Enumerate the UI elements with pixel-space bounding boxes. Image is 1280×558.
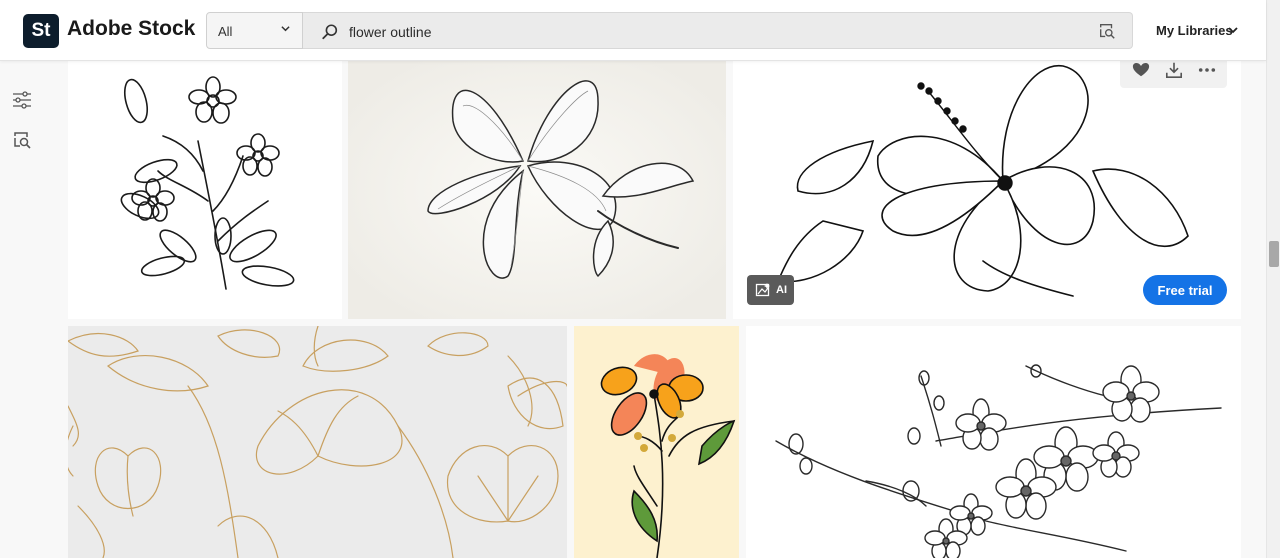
free-trial-button[interactable]: Free trial [1143,275,1227,305]
visual-search-icon[interactable] [1098,22,1116,40]
search-input[interactable] [349,22,1049,42]
gold-lotus-pattern-image [68,326,567,558]
ai-image-icon [755,283,770,297]
visual-search-icon[interactable] [12,130,32,150]
ai-generated-badge: AI [747,275,794,305]
chevron-down-icon[interactable] [1227,24,1239,36]
jasmine-line-art-image [120,76,295,290]
brand-name[interactable]: Adobe Stock [67,17,195,41]
chevron-down-icon [281,24,290,36]
more-icon[interactable] [1198,61,1216,79]
result-tile-orange-flower[interactable] [574,326,739,558]
top-header: St Adobe Stock All My Libraries [0,0,1266,61]
scrollbar-thumb[interactable] [1269,241,1279,267]
cherry-blossom-line-art-image [775,364,1222,558]
result-tile-plumeria[interactable] [348,61,726,319]
plumeria-sketch-image [348,61,726,319]
result-tile-lotus-pattern[interactable] [68,326,567,558]
download-icon[interactable] [1165,61,1183,79]
left-rail [0,61,44,558]
content-type-select[interactable]: All [206,12,303,49]
adobe-stock-logo[interactable]: St [23,14,59,48]
my-libraries-button[interactable]: My Libraries [1156,23,1233,38]
search-bar[interactable] [303,12,1133,49]
search-icon [322,24,338,40]
orange-flower-doodle-image [574,326,739,558]
filters-icon[interactable] [12,90,32,110]
ai-badge-label: AI [776,284,787,296]
result-tile-jasmine[interactable] [68,61,342,319]
logo-mark: St [31,20,51,41]
page-scrollbar[interactable] [1266,0,1280,558]
heart-icon[interactable] [1132,61,1150,79]
result-tile-cherry-blossom[interactable] [746,326,1241,558]
content-type-value: All [218,24,233,39]
